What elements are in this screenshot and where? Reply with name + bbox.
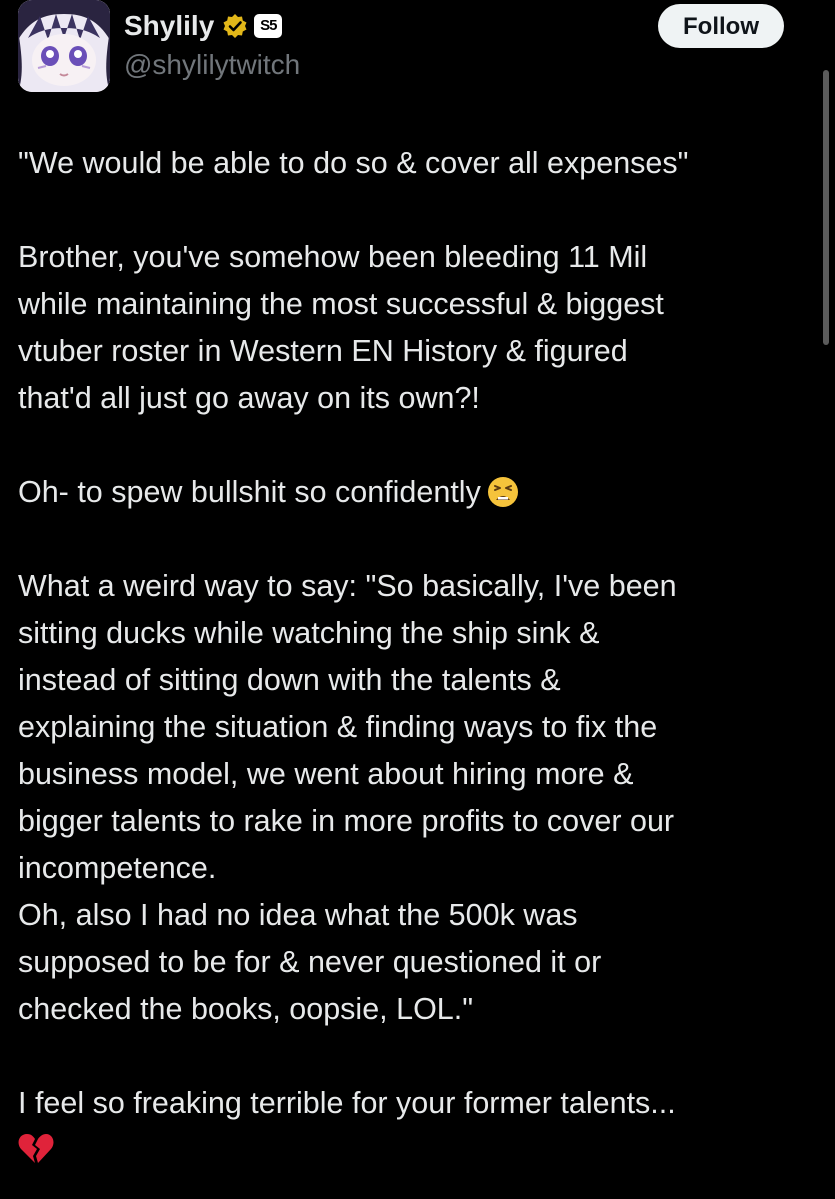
display-name[interactable]: Shylily [124, 6, 214, 46]
tweet-line-emoji [18, 1127, 808, 1174]
tweet-line: vtuber roster in Western EN History & fi… [18, 334, 628, 368]
name-row: Shylily S5 [124, 6, 300, 46]
tweet-line: while maintaining the most successful & … [18, 287, 664, 321]
tweet-line: business model, we went about hiring mor… [18, 757, 634, 791]
affiliate-badge-icon: S5 [254, 14, 283, 38]
tweet-line: supposed to be for & never questioned it… [18, 945, 602, 979]
broken-heart-emoji-icon [18, 1132, 54, 1164]
tweet-line: explaining the situation & finding ways … [18, 710, 658, 744]
tweet-line: What a weird way to say: "So basically, … [18, 569, 677, 603]
user-handle[interactable]: @shylilytwitch [124, 46, 300, 84]
tweet-line: bigger talents to rake in more profits t… [18, 804, 675, 838]
tweet-line: checked the books, oopsie, LOL." [18, 992, 474, 1026]
tweet-text: "We would be able to do so & cover all e… [18, 140, 808, 1174]
tweet-line-with-emoji: Oh- to spew bullshit so confidently [18, 469, 808, 516]
follow-button[interactable]: Follow [658, 4, 784, 48]
tweet-page: Shylily S5 @shylilytwitch Follow "We wou… [0, 0, 835, 1199]
tired-face-emoji-icon [487, 475, 519, 507]
tweet-line: sitting ducks while watching the ship si… [18, 616, 600, 650]
tweet-line: instead of sitting down with the talents… [18, 663, 561, 697]
tweet-line: Oh, also I had no idea what the 500k was [18, 898, 578, 932]
affiliate-badge-text: S5 [260, 17, 277, 34]
tweet-header: Shylily S5 @shylilytwitch Follow [16, 0, 816, 100]
scrollbar[interactable] [823, 70, 829, 345]
tweet-line: Brother, you've somehow been bleeding 11… [18, 240, 648, 274]
verified-badge-icon [222, 13, 248, 39]
tweet-line: that'd all just go away on its own?! [18, 381, 480, 415]
avatar-image [18, 0, 110, 92]
avatar[interactable] [18, 0, 110, 92]
user-info: Shylily S5 @shylilytwitch [124, 6, 300, 86]
tweet-line: I feel so freaking terrible for your for… [18, 1086, 676, 1120]
tweet-line: "We would be able to do so & cover all e… [18, 146, 689, 180]
tweet-line: incompetence. [18, 851, 217, 885]
tweet-line-text: Oh- to spew bullshit so confidently [18, 475, 481, 509]
